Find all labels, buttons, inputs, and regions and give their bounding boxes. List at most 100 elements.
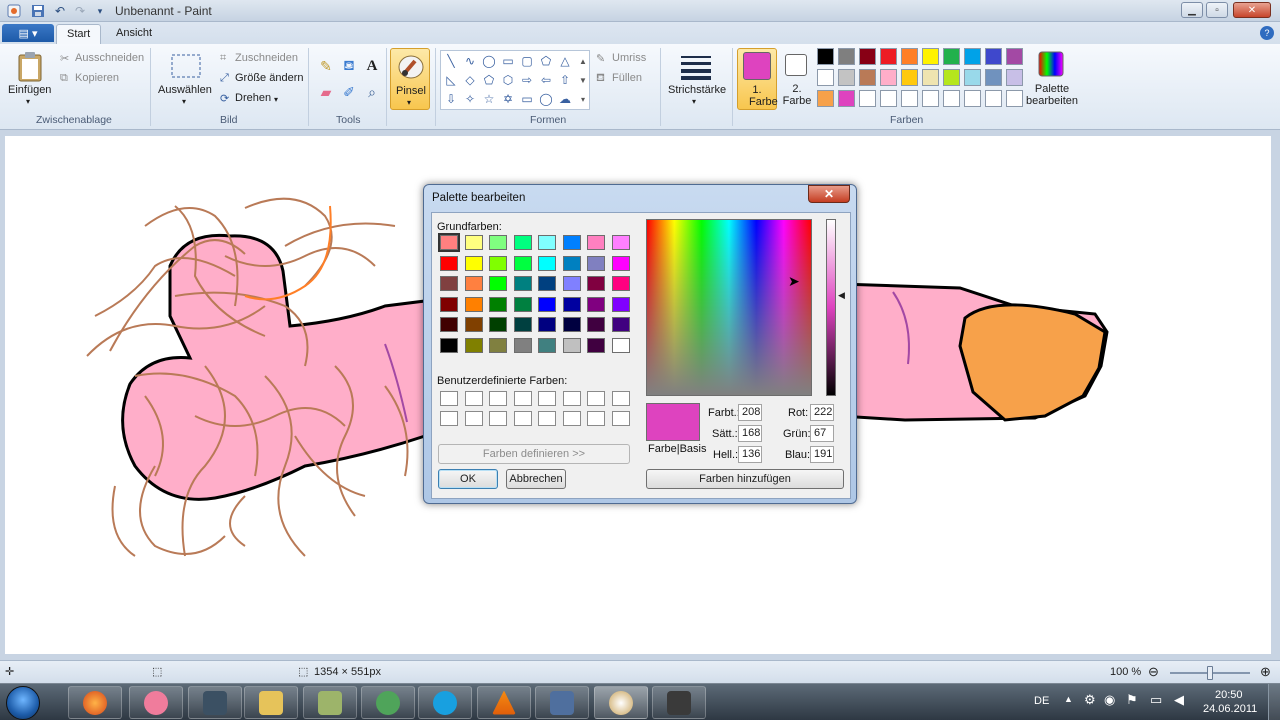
basic-color-swatch[interactable]: [587, 235, 605, 250]
shapes-scroll-up-icon[interactable]: ▲: [575, 53, 591, 69]
taskbar-app-monitor[interactable]: [535, 686, 589, 719]
custom-color-swatch[interactable]: [611, 391, 630, 406]
zoom-slider[interactable]: [1170, 666, 1250, 680]
custom-color-swatch[interactable]: [489, 391, 507, 406]
custom-color-swatch[interactable]: [587, 411, 605, 426]
palette-color-swatch[interactable]: [817, 48, 834, 65]
basic-color-swatch[interactable]: [489, 276, 507, 291]
copy-icon[interactable]: ⧉: [60, 72, 68, 85]
edit-colors-icon[interactable]: [1037, 50, 1065, 78]
basic-color-swatch[interactable]: [611, 296, 630, 312]
customize-quick-access-icon[interactable]: ▾: [92, 3, 108, 19]
close-button[interactable]: ✕: [1233, 2, 1271, 18]
paint-app-icon[interactable]: [6, 3, 22, 19]
palette-color-swatch[interactable]: [838, 48, 855, 65]
custom-color-swatch[interactable]: [562, 411, 581, 426]
basic-color-swatch[interactable]: [538, 296, 556, 312]
taskbar-app-pink[interactable]: [129, 686, 183, 719]
add-to-custom-colors-button[interactable]: Farben hinzufügen: [646, 469, 844, 489]
pentagon-shape-icon[interactable]: ⬠: [481, 72, 497, 88]
four-point-star-shape-icon[interactable]: ✧: [462, 91, 478, 107]
basic-color-swatch[interactable]: [587, 255, 605, 271]
taskbar-messenger[interactable]: [361, 686, 415, 719]
palette-color-swatch[interactable]: [838, 90, 855, 107]
zoom-slider-thumb[interactable]: [1207, 666, 1213, 680]
taskbar-skype[interactable]: [418, 686, 472, 719]
dialog-close-button[interactable]: ✕: [808, 185, 850, 203]
basic-color-swatch[interactable]: [611, 235, 630, 250]
basic-color-swatch[interactable]: [440, 317, 458, 332]
basic-color-swatch[interactable]: [611, 255, 630, 271]
tray-volume-icon[interactable]: ◀: [1174, 692, 1184, 708]
red-input[interactable]: 222: [810, 404, 834, 421]
basic-color-swatch[interactable]: [562, 276, 581, 291]
app-menu-button[interactable]: ▤ ▾: [2, 24, 54, 42]
basic-color-swatch[interactable]: [489, 235, 507, 250]
pencil-icon[interactable]: ✎: [316, 56, 336, 76]
custom-color-swatch[interactable]: [562, 391, 581, 406]
custom-color-swatch[interactable]: [538, 391, 556, 406]
five-point-star-shape-icon[interactable]: ☆: [481, 91, 497, 107]
define-colors-button[interactable]: Farben definieren >>: [438, 444, 630, 464]
triangle-shape-icon[interactable]: △: [557, 53, 573, 69]
oval-callout-shape-icon[interactable]: ◯: [538, 91, 554, 107]
palette-color-swatch[interactable]: [901, 48, 918, 65]
basic-color-swatch[interactable]: [464, 317, 483, 332]
tab-ansicht[interactable]: Ansicht: [106, 24, 162, 44]
basic-color-swatch[interactable]: [562, 255, 581, 271]
copy-button[interactable]: Kopieren: [75, 72, 119, 84]
basic-color-swatch[interactable]: [538, 317, 556, 332]
taskbar-firefox[interactable]: [68, 686, 122, 719]
basic-color-swatch[interactable]: [587, 317, 605, 332]
fill-icon[interactable]: ⛾: [596, 72, 605, 86]
color-picker-icon[interactable]: ✐: [339, 82, 359, 102]
basic-color-swatch[interactable]: [538, 235, 556, 250]
palette-color-swatch[interactable]: [922, 48, 939, 65]
basic-color-swatch[interactable]: [513, 276, 532, 291]
diamond-shape-icon[interactable]: ◇: [462, 72, 478, 88]
basic-color-swatch[interactable]: [438, 233, 460, 252]
custom-color-swatch[interactable]: [513, 391, 532, 406]
select-button[interactable]: Auswählen: [158, 84, 212, 96]
help-icon[interactable]: ?: [1260, 26, 1274, 40]
six-point-star-shape-icon[interactable]: ✡: [500, 91, 516, 107]
line-shape-icon[interactable]: ╲: [443, 53, 459, 69]
basic-color-swatch[interactable]: [611, 276, 630, 291]
resize-button[interactable]: Größe ändern: [235, 72, 303, 84]
custom-color-swatch[interactable]: [513, 411, 532, 426]
palette-color-swatch[interactable]: [859, 48, 876, 65]
cut-button[interactable]: Ausschneiden: [75, 52, 144, 64]
zoom-in-icon[interactable]: ⊕: [1260, 664, 1271, 680]
left-arrow-shape-icon[interactable]: ⇦: [538, 72, 554, 88]
basic-color-swatch[interactable]: [464, 296, 483, 312]
ok-button[interactable]: OK: [438, 469, 498, 489]
palette-color-swatch[interactable]: [943, 48, 960, 65]
basic-color-swatch[interactable]: [538, 337, 556, 353]
palette-color-swatch[interactable]: [901, 90, 918, 107]
hue-input[interactable]: 208: [738, 404, 762, 421]
custom-color-swatch[interactable]: [440, 391, 458, 406]
basic-color-swatch[interactable]: [562, 337, 581, 353]
start-button[interactable]: [6, 686, 40, 720]
basic-color-swatch[interactable]: [440, 296, 458, 312]
palette-color-swatch[interactable]: [943, 90, 960, 107]
tray-flag-icon[interactable]: ⚑: [1126, 692, 1138, 708]
palette-color-swatch[interactable]: [964, 69, 981, 86]
hexagon-shape-icon[interactable]: ⬡: [500, 72, 516, 88]
crop-icon[interactable]: ⌗: [220, 52, 226, 65]
luminance-input[interactable]: 136: [738, 446, 762, 463]
basic-color-swatch[interactable]: [513, 255, 532, 271]
basic-color-swatch[interactable]: [513, 337, 532, 353]
palette-color-swatch[interactable]: [880, 90, 897, 107]
tray-monitor-icon[interactable]: ▭: [1150, 692, 1162, 708]
basic-color-swatch[interactable]: [440, 337, 458, 353]
palette-color-swatch[interactable]: [985, 69, 1002, 86]
shapes-scroll-down-icon[interactable]: ▼: [575, 72, 591, 88]
palette-color-swatch[interactable]: [838, 69, 855, 86]
basic-color-swatch[interactable]: [538, 276, 556, 291]
paste-icon[interactable]: [14, 50, 46, 84]
cut-icon[interactable]: ✂: [60, 52, 69, 65]
basic-color-swatch[interactable]: [562, 296, 581, 312]
custom-color-swatch[interactable]: [587, 391, 605, 406]
taskbar-vlc[interactable]: [477, 686, 531, 719]
